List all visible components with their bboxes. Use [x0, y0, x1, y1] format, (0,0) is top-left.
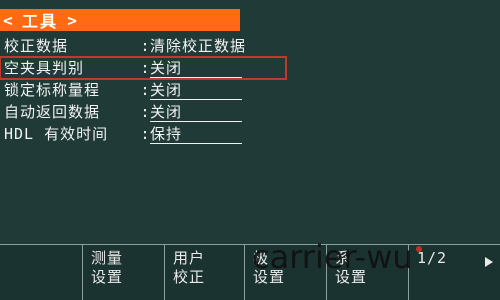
- menu-item-value[interactable]: 关闭: [150, 81, 243, 100]
- softkey-bar: 测量 设置 用户 校正 极 设置 系 设置 1/2: [0, 244, 500, 300]
- menu-item-label: 锁定标称量程: [4, 81, 101, 99]
- softkey-label-line1: 测量: [91, 249, 124, 267]
- menu-item-separator: :: [140, 81, 150, 99]
- instrument-screen: < 工具 > 校正数据 : 清除校正数据 空夹具判别 : 关闭 锁定标称量程 :…: [0, 0, 500, 300]
- menu-item-value[interactable]: 关闭: [150, 103, 243, 122]
- softkey-limit-setup[interactable]: 极 设置: [244, 244, 326, 300]
- menu-item-value[interactable]: 关闭: [150, 59, 243, 78]
- softkey-label-line1: 系: [335, 249, 352, 267]
- menu-item-label: HDL 有效时间: [4, 125, 109, 143]
- softkey-measure-setup[interactable]: 测量 设置: [82, 244, 164, 300]
- menu-item-calibration-data[interactable]: 校正数据 : 清除校正数据: [0, 35, 300, 57]
- softkey-label-line1: 用户: [173, 249, 206, 267]
- softkey-1[interactable]: [0, 244, 82, 300]
- menu-item-separator: :: [140, 37, 150, 55]
- menu-item-auto-return-data[interactable]: 自动返回数据 : 关闭: [0, 101, 300, 123]
- softkey-label-line2: 校正: [173, 268, 206, 286]
- settings-menu: 校正数据 : 清除校正数据 空夹具判别 : 关闭 锁定标称量程 : 关闭 自动返…: [0, 35, 300, 145]
- menu-item-value[interactable]: 清除校正数据: [150, 35, 246, 57]
- menu-item-label: 自动返回数据: [4, 103, 101, 121]
- softkey-label-line1: 极: [253, 249, 270, 267]
- softkey-label-line2: 设置: [91, 268, 124, 286]
- page-title: 工具: [22, 12, 59, 31]
- title-bar: < 工具 >: [0, 9, 240, 31]
- softkey-user-correction[interactable]: 用户 校正: [164, 244, 244, 300]
- softkey-label-line2: 设置: [335, 268, 368, 286]
- menu-item-label: 空夹具判别: [4, 59, 85, 77]
- menu-item-hdl-valid-time[interactable]: HDL 有效时间 : 保持: [0, 123, 300, 145]
- menu-item-lock-nominal-range[interactable]: 锁定标称量程 : 关闭: [0, 79, 300, 101]
- menu-item-value[interactable]: 保持: [150, 125, 243, 144]
- menu-item-separator: :: [140, 125, 150, 143]
- chevron-right-icon: [485, 257, 493, 267]
- softkey-page[interactable]: 1/2: [408, 244, 500, 300]
- menu-item-separator: :: [140, 59, 150, 77]
- softkey-system-setup[interactable]: 系 设置: [326, 244, 408, 300]
- menu-item-empty-fixture-detect[interactable]: 空夹具判别 : 关闭: [0, 56, 287, 80]
- softkey-label-line2: 设置: [253, 268, 286, 286]
- menu-item-separator: :: [140, 103, 150, 121]
- chevron-right-icon[interactable]: >: [66, 11, 80, 30]
- menu-item-label: 校正数据: [4, 37, 69, 55]
- chevron-right-icon: [484, 255, 494, 274]
- chevron-left-icon[interactable]: <: [2, 11, 16, 30]
